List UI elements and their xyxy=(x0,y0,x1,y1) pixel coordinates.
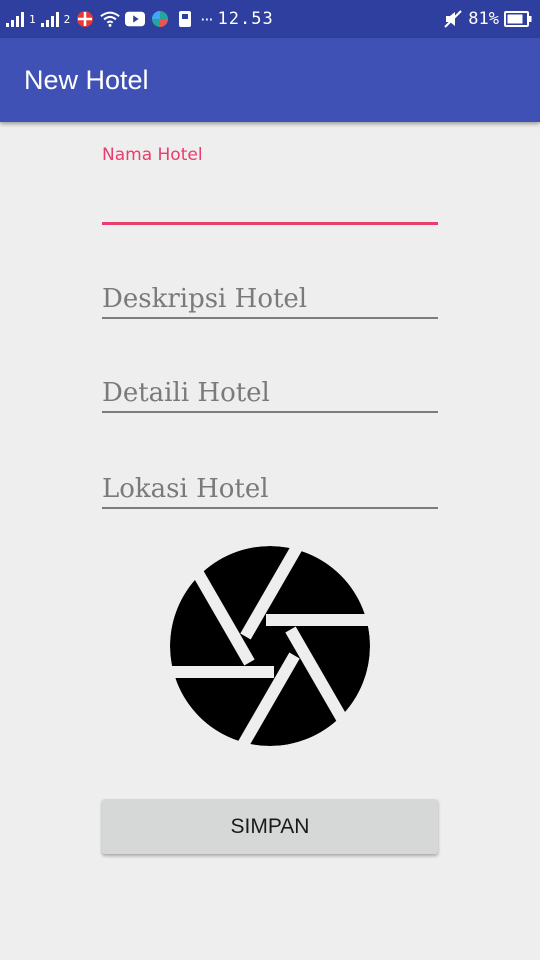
deskripsi-hotel-field[interactable] xyxy=(102,268,438,319)
app-bar: New Hotel xyxy=(0,38,540,122)
deskripsi-hotel-underline xyxy=(102,317,438,319)
detail-hotel-field[interactable] xyxy=(102,362,438,413)
status-clock: 12.53 xyxy=(217,9,274,29)
signal-sim2-icon xyxy=(40,11,59,27)
sim2-label: 2 xyxy=(63,12,71,26)
status-right: 81% xyxy=(443,9,532,29)
deskripsi-hotel-input[interactable] xyxy=(102,279,438,319)
detail-hotel-underline xyxy=(102,411,438,413)
nama-hotel-label: Nama Hotel xyxy=(102,145,203,165)
nama-hotel-input[interactable] xyxy=(102,185,438,225)
nama-hotel-underline xyxy=(102,222,438,225)
browser-app-icon xyxy=(150,9,170,29)
sim1-label: 1 xyxy=(29,12,36,26)
camera-shutter-icon[interactable] xyxy=(140,517,400,775)
lokasi-hotel-input[interactable] xyxy=(102,469,438,509)
app-notification-icon xyxy=(75,9,95,29)
lokasi-hotel-field[interactable] xyxy=(102,458,438,509)
mute-icon xyxy=(443,9,463,29)
more-notifications-indicator: ··· xyxy=(200,9,213,29)
lokasi-hotel-underline xyxy=(102,507,438,509)
page-title: New Hotel xyxy=(24,64,149,95)
wifi-icon xyxy=(100,9,120,29)
detail-hotel-input[interactable] xyxy=(102,373,438,413)
battery-percentage: 81% xyxy=(468,9,499,29)
save-button[interactable]: SIMPAN xyxy=(102,799,438,854)
shutter-blade-gap xyxy=(266,614,400,626)
storage-icon xyxy=(175,9,195,29)
shutter-blade-gap xyxy=(140,666,274,678)
status-bar: 1 2 ··· 12.53 81% xyxy=(0,0,540,38)
battery-icon xyxy=(504,9,532,29)
status-left: 1 2 ··· 12.53 xyxy=(6,9,274,29)
signal-sim1-icon xyxy=(6,11,24,27)
nama-hotel-field[interactable]: Nama Hotel xyxy=(102,145,438,225)
youtube-icon xyxy=(125,9,146,29)
